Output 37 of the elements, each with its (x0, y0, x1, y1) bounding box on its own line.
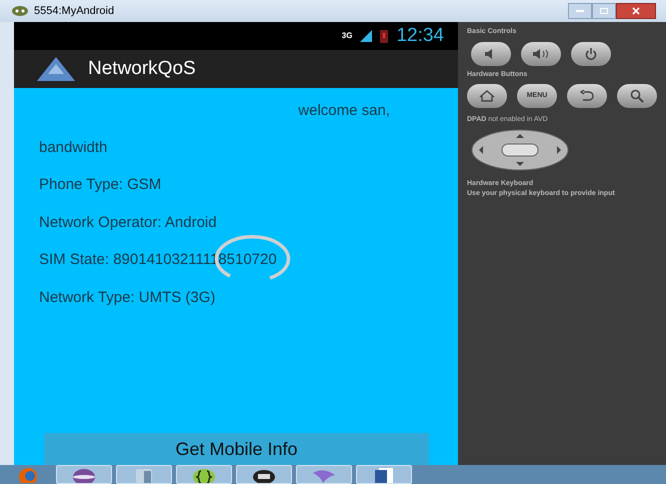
app-title: NetworkQoS (88, 56, 196, 81)
document-icon (373, 466, 395, 482)
braces-icon (192, 466, 216, 482)
minimize-button[interactable] (568, 3, 592, 19)
window-title: 5554:MyAndroid (34, 4, 114, 19)
triangle-logo-icon (36, 56, 76, 82)
cube-icon (134, 466, 154, 482)
close-button[interactable] (616, 3, 656, 19)
taskbar-button[interactable] (236, 465, 292, 484)
taskbar-button[interactable] (356, 465, 412, 484)
back-button[interactable] (567, 84, 607, 108)
search-icon (630, 89, 644, 103)
info-text: Phone Type: GSM (39, 175, 162, 195)
info-text: Network Operator: Android (39, 212, 218, 232)
volume-down-button[interactable] (471, 42, 511, 66)
close-icon (632, 7, 640, 15)
search-button[interactable] (617, 84, 657, 108)
get-mobile-info-button[interactable]: Get Mobile Info (44, 433, 429, 465)
battery-icon (380, 29, 388, 43)
clock: 12:34 (396, 24, 444, 48)
volume-up-button[interactable] (521, 42, 561, 66)
home-button[interactable] (467, 84, 507, 108)
info-text: Network Type: UMTS (3G) (39, 288, 216, 308)
app-icon (12, 6, 28, 16)
taskbar-button[interactable] (176, 465, 232, 484)
info-text: bandwidth (39, 138, 108, 158)
network-label: 3G (342, 30, 352, 42)
power-button[interactable] (571, 42, 611, 66)
welcome-text: welcome san, (298, 101, 390, 121)
home-icon (479, 90, 495, 102)
signal-icon (360, 30, 372, 42)
power-icon (585, 48, 597, 60)
speaker-high-icon (532, 48, 550, 58)
dpad-icon (471, 128, 569, 170)
back-arrow-icon (580, 90, 594, 102)
globe-icon (17, 466, 39, 482)
maximize-button[interactable] (592, 3, 616, 19)
